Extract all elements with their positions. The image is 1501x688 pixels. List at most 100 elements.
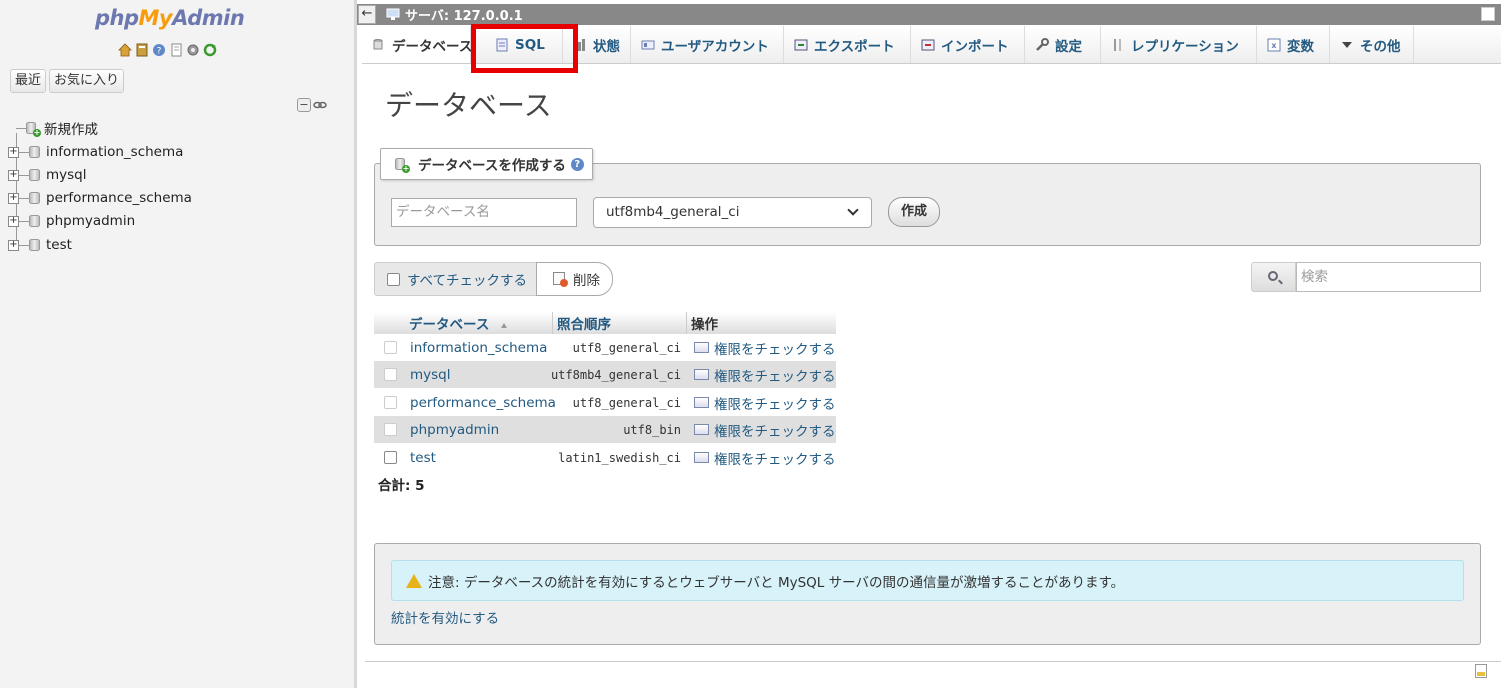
check-privileges-label: 権限をチェックする	[714, 451, 836, 468]
tree-branch	[16, 127, 26, 129]
tree-item-mysql[interactable]: + mysql	[8, 164, 87, 186]
logo-text-admin: Admin	[172, 6, 245, 30]
check-privileges-label: 権限をチェックする	[714, 368, 836, 385]
expand-icon[interactable]: +	[8, 192, 19, 204]
check-privileges-link[interactable]: 権限をチェックする	[694, 393, 836, 413]
database-icon[interactable]	[135, 43, 149, 57]
tab-export[interactable]: エクスポート	[784, 26, 911, 63]
tab-replication[interactable]: レプリケーション	[1101, 26, 1257, 63]
quick-links: ?	[118, 43, 217, 57]
tree-item-label[interactable]: phpmyadmin	[46, 213, 135, 229]
collapse-all-icon[interactable]: −	[297, 98, 311, 112]
collation-select[interactable]: utf8mb4_general_ci	[593, 197, 872, 228]
expand-icon[interactable]: +	[8, 146, 19, 158]
search-button[interactable]	[1251, 262, 1296, 292]
console-icon[interactable]	[1475, 664, 1487, 678]
tree-controls: −	[297, 98, 327, 112]
expand-icon[interactable]: +	[8, 169, 19, 181]
window-icon[interactable]	[1481, 7, 1495, 21]
check-all-toggle[interactable]: すべてチェックする	[374, 262, 537, 296]
database-link[interactable]: mysql	[410, 367, 451, 383]
create-button[interactable]: 作成	[888, 197, 940, 227]
check-privileges-link[interactable]: 権限をチェックする	[694, 338, 836, 358]
expand-icon[interactable]: +	[8, 215, 19, 227]
settings-icon[interactable]	[186, 43, 200, 57]
check-privileges-link[interactable]: 権限をチェックする	[694, 420, 836, 440]
database-icon	[29, 215, 40, 227]
row-checkbox	[384, 368, 397, 381]
tree-item-label[interactable]: mysql	[46, 167, 87, 183]
docs-icon[interactable]	[169, 43, 183, 57]
favorites-button[interactable]: お気に入り	[49, 69, 125, 93]
tab-label: データベース	[392, 38, 473, 55]
tree-item-new[interactable]: + 新規作成	[16, 117, 98, 139]
header-collation[interactable]: 照合順序	[557, 313, 611, 333]
delete-icon	[553, 272, 568, 287]
tab-label: レプリケーション	[1131, 38, 1239, 55]
check-privileges-link[interactable]: 権限をチェックする	[694, 448, 836, 468]
tab-variables[interactable]: x 変数	[1257, 26, 1330, 63]
check-all-checkbox[interactable]	[387, 272, 400, 286]
triangle-down-icon	[1340, 38, 1354, 52]
tree-item-test[interactable]: + test	[8, 234, 72, 256]
server-breadcrumb[interactable]: サーバ: 127.0.0.1	[405, 5, 523, 24]
privileges-icon	[694, 369, 709, 380]
table-row: phpmyadmin utf8_bin 権限をチェックする	[374, 416, 836, 443]
tree-item-information-schema[interactable]: + information_schema	[8, 141, 183, 163]
tree-item-label[interactable]: information_schema	[46, 144, 183, 160]
delete-button[interactable]: 削除	[536, 262, 613, 296]
help-icon[interactable]: ?	[570, 157, 584, 171]
phpmyadmin-logo[interactable]: phpMyAdmin	[95, 6, 245, 30]
enable-statistics-link[interactable]: 統計を有効にする	[391, 607, 499, 627]
link-icon[interactable]	[313, 98, 327, 112]
database-name-input[interactable]: データベース名	[391, 198, 577, 227]
check-privileges-label: 権限をチェックする	[714, 423, 836, 440]
column-divider	[686, 312, 687, 334]
tab-label: エクスポート	[814, 38, 895, 55]
table-row: information_schema utf8_general_ci 権限をチェ…	[374, 334, 836, 361]
tab-databases[interactable]: データベース	[362, 26, 473, 63]
privileges-icon	[694, 424, 709, 435]
tree-item-label[interactable]: test	[46, 237, 72, 253]
tree-item-label[interactable]: performance_schema	[46, 190, 192, 206]
database-link[interactable]: phpmyadmin	[410, 422, 499, 438]
create-database-title: データベースを作成する	[418, 158, 566, 174]
reload-icon[interactable]	[203, 43, 217, 57]
back-arrow-icon[interactable]: ←	[358, 5, 376, 24]
help-icon[interactable]: ?	[152, 43, 166, 57]
tab-import[interactable]: インポート	[911, 26, 1025, 63]
database-icon	[29, 146, 40, 158]
sidebar-resize-handle[interactable]	[354, 0, 357, 688]
table-row: test latin1_swedish_ci 権限をチェックする	[374, 444, 836, 471]
database-link[interactable]: performance_schema	[410, 395, 556, 411]
database-link[interactable]: information_schema	[410, 340, 547, 356]
divider	[365, 661, 1501, 662]
server-icon	[386, 8, 400, 21]
tab-user-accounts[interactable]: ユーザアカウント	[631, 26, 784, 63]
tab-settings[interactable]: 設定	[1025, 26, 1101, 63]
tab-label: 設定	[1055, 38, 1082, 55]
home-icon[interactable]	[118, 43, 132, 57]
tree-branch	[19, 151, 29, 153]
check-privileges-link[interactable]: 権限をチェックする	[694, 365, 836, 385]
tab-status[interactable]: 状態	[563, 26, 631, 63]
database-total: 合計: 5	[378, 478, 425, 494]
recent-button[interactable]: 最近	[10, 69, 47, 93]
tree-item-phpmyadmin[interactable]: + phpmyadmin	[8, 210, 135, 232]
tree-item-performance-schema[interactable]: + performance_schema	[8, 187, 192, 209]
new-database-icon: +	[395, 157, 410, 173]
collation-select-value: utf8mb4_general_ci	[606, 204, 740, 220]
tab-sql[interactable]: SQL	[471, 26, 563, 63]
row-checkbox	[384, 396, 397, 409]
expand-icon[interactable]: +	[8, 239, 19, 251]
tree-item-new-label: 新規作成	[44, 122, 98, 138]
database-link[interactable]: test	[410, 450, 436, 466]
tab-more[interactable]: その他	[1330, 26, 1414, 63]
check-all-label[interactable]: すべてチェックする	[407, 269, 527, 289]
row-checkbox	[384, 341, 397, 354]
row-checkbox[interactable]	[384, 451, 397, 464]
logo-text-my: My	[138, 6, 173, 30]
users-icon	[641, 38, 655, 52]
search-input[interactable]: 検索	[1296, 262, 1481, 292]
header-database[interactable]: データベース	[409, 313, 508, 333]
